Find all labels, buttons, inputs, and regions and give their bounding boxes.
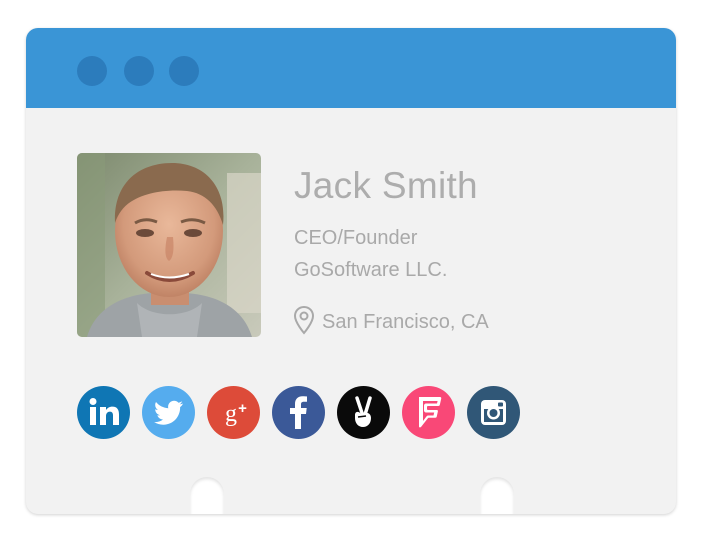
svg-text:+: + (238, 400, 247, 417)
facebook-icon[interactable] (272, 386, 325, 439)
profile-role: CEO/Founder (294, 227, 418, 249)
card-notch (480, 477, 514, 514)
window-dot[interactable] (169, 56, 199, 86)
angellist-icon[interactable] (337, 386, 390, 439)
profile-location: San Francisco, CA (292, 304, 489, 336)
linkedin-icon[interactable] (77, 386, 130, 439)
twitter-icon[interactable] (142, 386, 195, 439)
foursquare-icon[interactable] (402, 386, 455, 439)
map-pin-icon (293, 305, 315, 335)
instagram-icon[interactable] (467, 386, 520, 439)
profile-company: GoSoftware LLC. (294, 259, 448, 281)
profile-name: Jack Smith (294, 165, 478, 206)
card-notch (190, 477, 224, 514)
location-text: San Francisco, CA (322, 310, 489, 333)
svg-text:g: g (225, 401, 237, 427)
google-plus-icon[interactable]: g + (207, 386, 260, 439)
window-titlebar (26, 28, 676, 108)
profile-photo (77, 153, 261, 337)
signature-card: Jack Smith CEO/Founder GoSoftware LLC. S… (26, 28, 676, 514)
window-dot[interactable] (77, 56, 107, 86)
window-dot[interactable] (124, 56, 154, 86)
